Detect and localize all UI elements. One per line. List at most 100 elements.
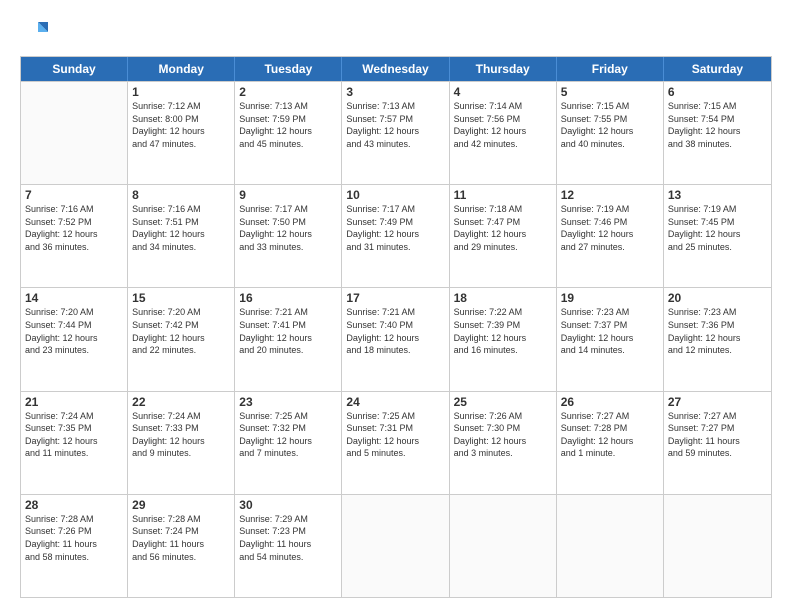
day-number: 2	[239, 85, 337, 99]
day-cell-27: 27Sunrise: 7:27 AM Sunset: 7:27 PM Dayli…	[664, 392, 771, 494]
day-cell-26: 26Sunrise: 7:27 AM Sunset: 7:28 PM Dayli…	[557, 392, 664, 494]
day-info: Sunrise: 7:21 AM Sunset: 7:40 PM Dayligh…	[346, 306, 444, 356]
day-cell-24: 24Sunrise: 7:25 AM Sunset: 7:31 PM Dayli…	[342, 392, 449, 494]
empty-cell	[21, 82, 128, 184]
day-cell-18: 18Sunrise: 7:22 AM Sunset: 7:39 PM Dayli…	[450, 288, 557, 390]
day-info: Sunrise: 7:25 AM Sunset: 7:31 PM Dayligh…	[346, 410, 444, 460]
calendar-row-0: 1Sunrise: 7:12 AM Sunset: 8:00 PM Daylig…	[21, 81, 771, 184]
day-cell-5: 5Sunrise: 7:15 AM Sunset: 7:55 PM Daylig…	[557, 82, 664, 184]
day-number: 14	[25, 291, 123, 305]
day-cell-20: 20Sunrise: 7:23 AM Sunset: 7:36 PM Dayli…	[664, 288, 771, 390]
day-cell-28: 28Sunrise: 7:28 AM Sunset: 7:26 PM Dayli…	[21, 495, 128, 597]
day-number: 21	[25, 395, 123, 409]
day-cell-12: 12Sunrise: 7:19 AM Sunset: 7:46 PM Dayli…	[557, 185, 664, 287]
day-cell-19: 19Sunrise: 7:23 AM Sunset: 7:37 PM Dayli…	[557, 288, 664, 390]
day-cell-14: 14Sunrise: 7:20 AM Sunset: 7:44 PM Dayli…	[21, 288, 128, 390]
logo-icon	[20, 18, 48, 46]
day-info: Sunrise: 7:24 AM Sunset: 7:35 PM Dayligh…	[25, 410, 123, 460]
page: SundayMondayTuesdayWednesdayThursdayFrid…	[0, 0, 792, 612]
day-info: Sunrise: 7:18 AM Sunset: 7:47 PM Dayligh…	[454, 203, 552, 253]
day-number: 3	[346, 85, 444, 99]
day-info: Sunrise: 7:13 AM Sunset: 7:57 PM Dayligh…	[346, 100, 444, 150]
day-number: 11	[454, 188, 552, 202]
calendar-row-4: 28Sunrise: 7:28 AM Sunset: 7:26 PM Dayli…	[21, 494, 771, 597]
day-info: Sunrise: 7:22 AM Sunset: 7:39 PM Dayligh…	[454, 306, 552, 356]
day-cell-6: 6Sunrise: 7:15 AM Sunset: 7:54 PM Daylig…	[664, 82, 771, 184]
day-number: 8	[132, 188, 230, 202]
day-cell-2: 2Sunrise: 7:13 AM Sunset: 7:59 PM Daylig…	[235, 82, 342, 184]
day-info: Sunrise: 7:19 AM Sunset: 7:45 PM Dayligh…	[668, 203, 767, 253]
header	[20, 18, 772, 46]
day-info: Sunrise: 7:12 AM Sunset: 8:00 PM Dayligh…	[132, 100, 230, 150]
day-cell-23: 23Sunrise: 7:25 AM Sunset: 7:32 PM Dayli…	[235, 392, 342, 494]
day-info: Sunrise: 7:27 AM Sunset: 7:28 PM Dayligh…	[561, 410, 659, 460]
day-cell-22: 22Sunrise: 7:24 AM Sunset: 7:33 PM Dayli…	[128, 392, 235, 494]
day-info: Sunrise: 7:26 AM Sunset: 7:30 PM Dayligh…	[454, 410, 552, 460]
day-number: 9	[239, 188, 337, 202]
day-cell-10: 10Sunrise: 7:17 AM Sunset: 7:49 PM Dayli…	[342, 185, 449, 287]
day-cell-4: 4Sunrise: 7:14 AM Sunset: 7:56 PM Daylig…	[450, 82, 557, 184]
day-info: Sunrise: 7:28 AM Sunset: 7:24 PM Dayligh…	[132, 513, 230, 563]
day-cell-7: 7Sunrise: 7:16 AM Sunset: 7:52 PM Daylig…	[21, 185, 128, 287]
day-info: Sunrise: 7:15 AM Sunset: 7:54 PM Dayligh…	[668, 100, 767, 150]
day-cell-21: 21Sunrise: 7:24 AM Sunset: 7:35 PM Dayli…	[21, 392, 128, 494]
day-number: 15	[132, 291, 230, 305]
day-number: 18	[454, 291, 552, 305]
day-number: 23	[239, 395, 337, 409]
day-header-monday: Monday	[128, 57, 235, 81]
day-info: Sunrise: 7:17 AM Sunset: 7:50 PM Dayligh…	[239, 203, 337, 253]
day-header-wednesday: Wednesday	[342, 57, 449, 81]
day-number: 17	[346, 291, 444, 305]
day-info: Sunrise: 7:14 AM Sunset: 7:56 PM Dayligh…	[454, 100, 552, 150]
day-info: Sunrise: 7:25 AM Sunset: 7:32 PM Dayligh…	[239, 410, 337, 460]
calendar-row-3: 21Sunrise: 7:24 AM Sunset: 7:35 PM Dayli…	[21, 391, 771, 494]
day-number: 13	[668, 188, 767, 202]
day-number: 5	[561, 85, 659, 99]
day-header-tuesday: Tuesday	[235, 57, 342, 81]
day-number: 27	[668, 395, 767, 409]
calendar-header: SundayMondayTuesdayWednesdayThursdayFrid…	[21, 57, 771, 81]
empty-cell	[557, 495, 664, 597]
day-info: Sunrise: 7:13 AM Sunset: 7:59 PM Dayligh…	[239, 100, 337, 150]
day-header-saturday: Saturday	[664, 57, 771, 81]
day-info: Sunrise: 7:29 AM Sunset: 7:23 PM Dayligh…	[239, 513, 337, 563]
calendar: SundayMondayTuesdayWednesdayThursdayFrid…	[20, 56, 772, 598]
day-number: 30	[239, 498, 337, 512]
empty-cell	[664, 495, 771, 597]
day-info: Sunrise: 7:27 AM Sunset: 7:27 PM Dayligh…	[668, 410, 767, 460]
day-number: 22	[132, 395, 230, 409]
empty-cell	[450, 495, 557, 597]
day-number: 6	[668, 85, 767, 99]
day-info: Sunrise: 7:23 AM Sunset: 7:36 PM Dayligh…	[668, 306, 767, 356]
day-cell-9: 9Sunrise: 7:17 AM Sunset: 7:50 PM Daylig…	[235, 185, 342, 287]
day-number: 1	[132, 85, 230, 99]
day-info: Sunrise: 7:28 AM Sunset: 7:26 PM Dayligh…	[25, 513, 123, 563]
day-cell-15: 15Sunrise: 7:20 AM Sunset: 7:42 PM Dayli…	[128, 288, 235, 390]
day-number: 10	[346, 188, 444, 202]
day-header-sunday: Sunday	[21, 57, 128, 81]
day-info: Sunrise: 7:20 AM Sunset: 7:42 PM Dayligh…	[132, 306, 230, 356]
day-info: Sunrise: 7:19 AM Sunset: 7:46 PM Dayligh…	[561, 203, 659, 253]
day-number: 12	[561, 188, 659, 202]
day-info: Sunrise: 7:16 AM Sunset: 7:52 PM Dayligh…	[25, 203, 123, 253]
day-cell-11: 11Sunrise: 7:18 AM Sunset: 7:47 PM Dayli…	[450, 185, 557, 287]
day-header-friday: Friday	[557, 57, 664, 81]
day-info: Sunrise: 7:15 AM Sunset: 7:55 PM Dayligh…	[561, 100, 659, 150]
day-header-thursday: Thursday	[450, 57, 557, 81]
day-cell-29: 29Sunrise: 7:28 AM Sunset: 7:24 PM Dayli…	[128, 495, 235, 597]
day-cell-1: 1Sunrise: 7:12 AM Sunset: 8:00 PM Daylig…	[128, 82, 235, 184]
day-info: Sunrise: 7:20 AM Sunset: 7:44 PM Dayligh…	[25, 306, 123, 356]
day-cell-8: 8Sunrise: 7:16 AM Sunset: 7:51 PM Daylig…	[128, 185, 235, 287]
day-info: Sunrise: 7:24 AM Sunset: 7:33 PM Dayligh…	[132, 410, 230, 460]
day-info: Sunrise: 7:21 AM Sunset: 7:41 PM Dayligh…	[239, 306, 337, 356]
day-number: 24	[346, 395, 444, 409]
day-number: 25	[454, 395, 552, 409]
day-number: 19	[561, 291, 659, 305]
day-number: 16	[239, 291, 337, 305]
day-number: 4	[454, 85, 552, 99]
day-number: 20	[668, 291, 767, 305]
calendar-body: 1Sunrise: 7:12 AM Sunset: 8:00 PM Daylig…	[21, 81, 771, 597]
day-cell-17: 17Sunrise: 7:21 AM Sunset: 7:40 PM Dayli…	[342, 288, 449, 390]
day-cell-25: 25Sunrise: 7:26 AM Sunset: 7:30 PM Dayli…	[450, 392, 557, 494]
empty-cell	[342, 495, 449, 597]
